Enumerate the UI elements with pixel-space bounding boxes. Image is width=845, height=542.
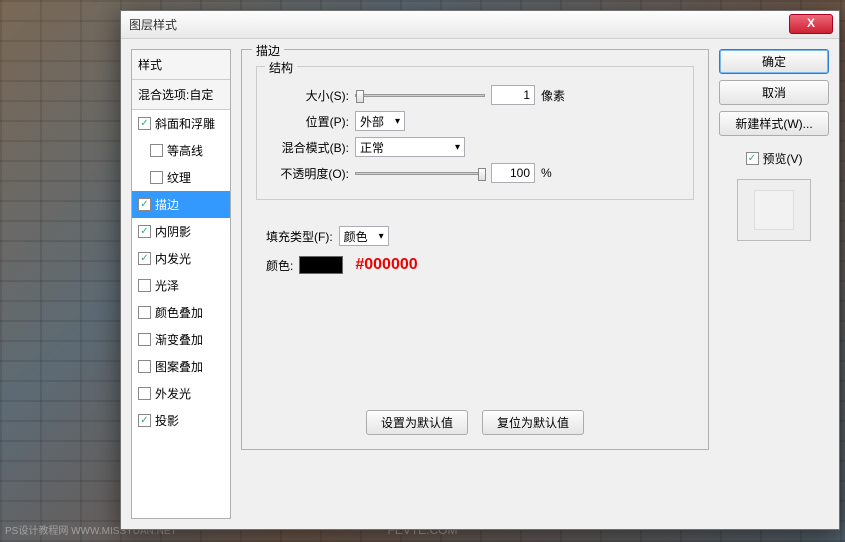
style-item-4[interactable]: 内阴影 <box>132 218 230 245</box>
style-item-7[interactable]: 颜色叠加 <box>132 299 230 326</box>
blend-mode-label: 混合模式(B): <box>267 139 349 156</box>
opacity-input[interactable] <box>491 163 535 183</box>
style-checkbox[interactable] <box>150 171 163 184</box>
style-label: 图案叠加 <box>155 358 203 375</box>
structure-group: 结构 大小(S): 像素 位置(P): 外部 混合模式(B): 正常 <box>256 66 694 200</box>
dialog-title: 图层样式 <box>129 16 177 33</box>
opacity-slider[interactable] <box>355 172 485 175</box>
cancel-button[interactable]: 取消 <box>719 80 829 105</box>
style-item-3[interactable]: 描边 <box>132 191 230 218</box>
style-item-6[interactable]: 光泽 <box>132 272 230 299</box>
style-checkbox[interactable] <box>138 306 151 319</box>
preview-checkbox[interactable] <box>746 152 759 165</box>
style-item-9[interactable]: 图案叠加 <box>132 353 230 380</box>
style-label: 投影 <box>155 412 179 429</box>
style-checkbox[interactable] <box>138 279 151 292</box>
style-label: 外发光 <box>155 385 191 402</box>
style-checkbox[interactable] <box>138 360 151 373</box>
style-label: 斜面和浮雕 <box>155 115 215 132</box>
set-default-button[interactable]: 设置为默认值 <box>366 410 468 435</box>
layer-style-dialog: 图层样式 X 样式 混合选项:自定 斜面和浮雕等高线纹理描边内阴影内发光光泽颜色… <box>120 10 840 530</box>
size-input[interactable] <box>491 85 535 105</box>
right-panel: 确定 取消 新建样式(W)... 预览(V) <box>719 49 829 519</box>
color-swatch[interactable] <box>299 256 343 274</box>
size-slider[interactable] <box>355 94 485 97</box>
blend-mode-select[interactable]: 正常 <box>355 137 465 157</box>
position-select[interactable]: 外部 <box>355 111 405 131</box>
close-button[interactable]: X <box>789 14 833 34</box>
style-label: 描边 <box>155 196 179 213</box>
style-checkbox[interactable] <box>150 144 163 157</box>
style-label: 颜色叠加 <box>155 304 203 321</box>
structure-title: 结构 <box>265 59 297 76</box>
opacity-label: 不透明度(O): <box>267 165 349 182</box>
style-item-1[interactable]: 等高线 <box>132 137 230 164</box>
style-label: 等高线 <box>167 142 203 159</box>
style-label: 渐变叠加 <box>155 331 203 348</box>
opacity-unit: % <box>541 166 552 180</box>
new-style-button[interactable]: 新建样式(W)... <box>719 111 829 136</box>
style-checkbox[interactable] <box>138 225 151 238</box>
style-label: 内阴影 <box>155 223 191 240</box>
style-checkbox[interactable] <box>138 333 151 346</box>
style-label: 内发光 <box>155 250 191 267</box>
style-checkbox[interactable] <box>138 387 151 400</box>
size-unit: 像素 <box>541 87 565 104</box>
fill-type-select[interactable]: 颜色 <box>339 226 389 246</box>
color-label: 颜色: <box>266 257 293 274</box>
styles-list: 样式 混合选项:自定 斜面和浮雕等高线纹理描边内阴影内发光光泽颜色叠加渐变叠加图… <box>131 49 231 519</box>
titlebar[interactable]: 图层样式 X <box>121 11 839 39</box>
reset-default-button[interactable]: 复位为默认值 <box>482 410 584 435</box>
settings-panel: 描边 结构 大小(S): 像素 位置(P): 外部 混合模式(B): <box>241 49 709 519</box>
style-checkbox[interactable] <box>138 252 151 265</box>
style-item-11[interactable]: 投影 <box>132 407 230 434</box>
stroke-title: 描边 <box>252 42 284 59</box>
dialog-body: 样式 混合选项:自定 斜面和浮雕等高线纹理描边内阴影内发光光泽颜色叠加渐变叠加图… <box>121 39 839 529</box>
color-hex: #000000 <box>355 256 417 274</box>
blend-options-header[interactable]: 混合选项:自定 <box>132 80 230 110</box>
size-label: 大小(S): <box>267 87 349 104</box>
fill-type-label: 填充类型(F): <box>266 228 333 245</box>
ok-button[interactable]: 确定 <box>719 49 829 74</box>
style-item-5[interactable]: 内发光 <box>132 245 230 272</box>
preview-label: 预览(V) <box>763 150 803 167</box>
styles-header[interactable]: 样式 <box>132 50 230 80</box>
style-checkbox[interactable] <box>138 198 151 211</box>
style-label: 光泽 <box>155 277 179 294</box>
style-label: 纹理 <box>167 169 191 186</box>
style-item-8[interactable]: 渐变叠加 <box>132 326 230 353</box>
stroke-fieldset: 描边 结构 大小(S): 像素 位置(P): 外部 混合模式(B): <box>241 49 709 450</box>
style-checkbox[interactable] <box>138 414 151 427</box>
style-item-2[interactable]: 纹理 <box>132 164 230 191</box>
style-item-10[interactable]: 外发光 <box>132 380 230 407</box>
preview-thumbnail <box>737 179 811 241</box>
style-item-0[interactable]: 斜面和浮雕 <box>132 110 230 137</box>
position-label: 位置(P): <box>267 113 349 130</box>
style-checkbox[interactable] <box>138 117 151 130</box>
